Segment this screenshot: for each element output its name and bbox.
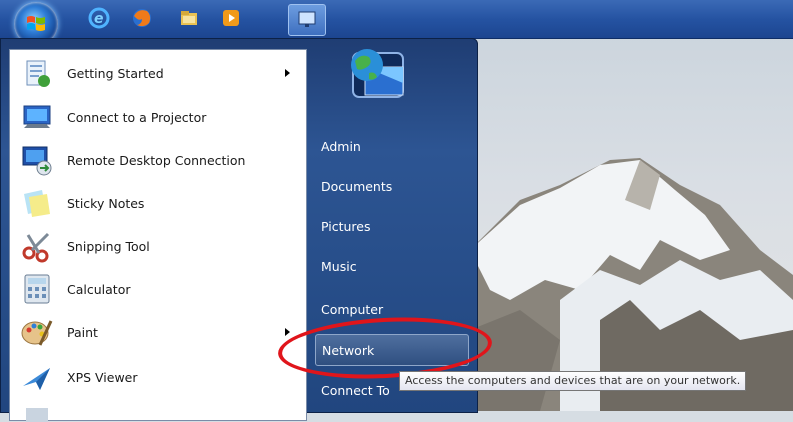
place-pictures[interactable]: Pictures <box>315 211 467 241</box>
place-admin[interactable]: Admin <box>315 131 467 161</box>
program-remote-desktop-connection[interactable]: Remote Desktop Connection <box>10 139 304 181</box>
program-getting-started[interactable]: Getting Started <box>10 52 304 94</box>
taskbar: e <box>0 0 793 46</box>
place-label: Admin <box>321 138 361 154</box>
snipping-tool-icon <box>22 232 50 263</box>
program-xps-viewer[interactable]: XPS Viewer <box>10 356 304 398</box>
place-label: Computer <box>321 301 384 317</box>
windows-logo-icon <box>27 16 45 31</box>
program-calculator[interactable]: Calculator <box>10 268 304 310</box>
getting-started-icon <box>26 60 50 87</box>
sticky-notes-icon <box>24 190 50 217</box>
user-picture-globe-icon[interactable] <box>347 43 413 109</box>
calculator-icon <box>24 274 50 304</box>
place-label: Pictures <box>321 218 371 234</box>
program-paint[interactable]: Paint <box>10 311 304 353</box>
svg-text:e: e <box>94 11 104 27</box>
program-icon <box>26 408 48 422</box>
place-documents[interactable]: Documents <box>315 171 467 201</box>
program-label: Getting Started <box>67 65 164 81</box>
place-label: Music <box>321 258 357 274</box>
program-label: XPS Viewer <box>67 369 138 385</box>
firefox-icon[interactable] <box>130 6 154 30</box>
place-label: Connect To <box>321 382 390 398</box>
program-partially-hidden[interactable] <box>10 400 304 422</box>
program-label: Paint <box>67 324 98 340</box>
program-snipping-tool[interactable]: Snipping Tool <box>10 225 304 267</box>
program-sticky-notes[interactable]: Sticky Notes <box>10 182 304 224</box>
remote-desktop-icon <box>298 11 316 27</box>
program-connect-to-a-projector[interactable]: Connect to a Projector <box>10 96 304 138</box>
submenu-arrow-icon <box>285 328 290 336</box>
program-label: Remote Desktop Connection <box>67 152 246 168</box>
media-player-icon[interactable] <box>219 6 243 30</box>
place-label: Documents <box>321 178 393 194</box>
submenu-arrow-icon <box>285 69 290 77</box>
internet-explorer-icon[interactable]: e <box>87 6 111 30</box>
remote-desktop-icon <box>22 146 52 176</box>
xps-viewer-icon <box>23 368 50 390</box>
program-label: Sticky Notes <box>67 195 145 211</box>
programs-list: Getting Started Connect to a Projector R… <box>9 49 307 422</box>
paint-icon <box>21 320 53 346</box>
file-explorer-icon[interactable] <box>177 6 201 30</box>
program-label: Snipping Tool <box>67 238 150 254</box>
place-music[interactable]: Music <box>315 251 467 281</box>
remote-desktop-taskbar-button[interactable] <box>288 4 326 36</box>
program-label: Calculator <box>67 281 131 297</box>
program-label: Connect to a Projector <box>67 109 207 125</box>
network-tooltip: Access the computers and devices that ar… <box>399 371 747 391</box>
projector-icon <box>23 105 51 128</box>
